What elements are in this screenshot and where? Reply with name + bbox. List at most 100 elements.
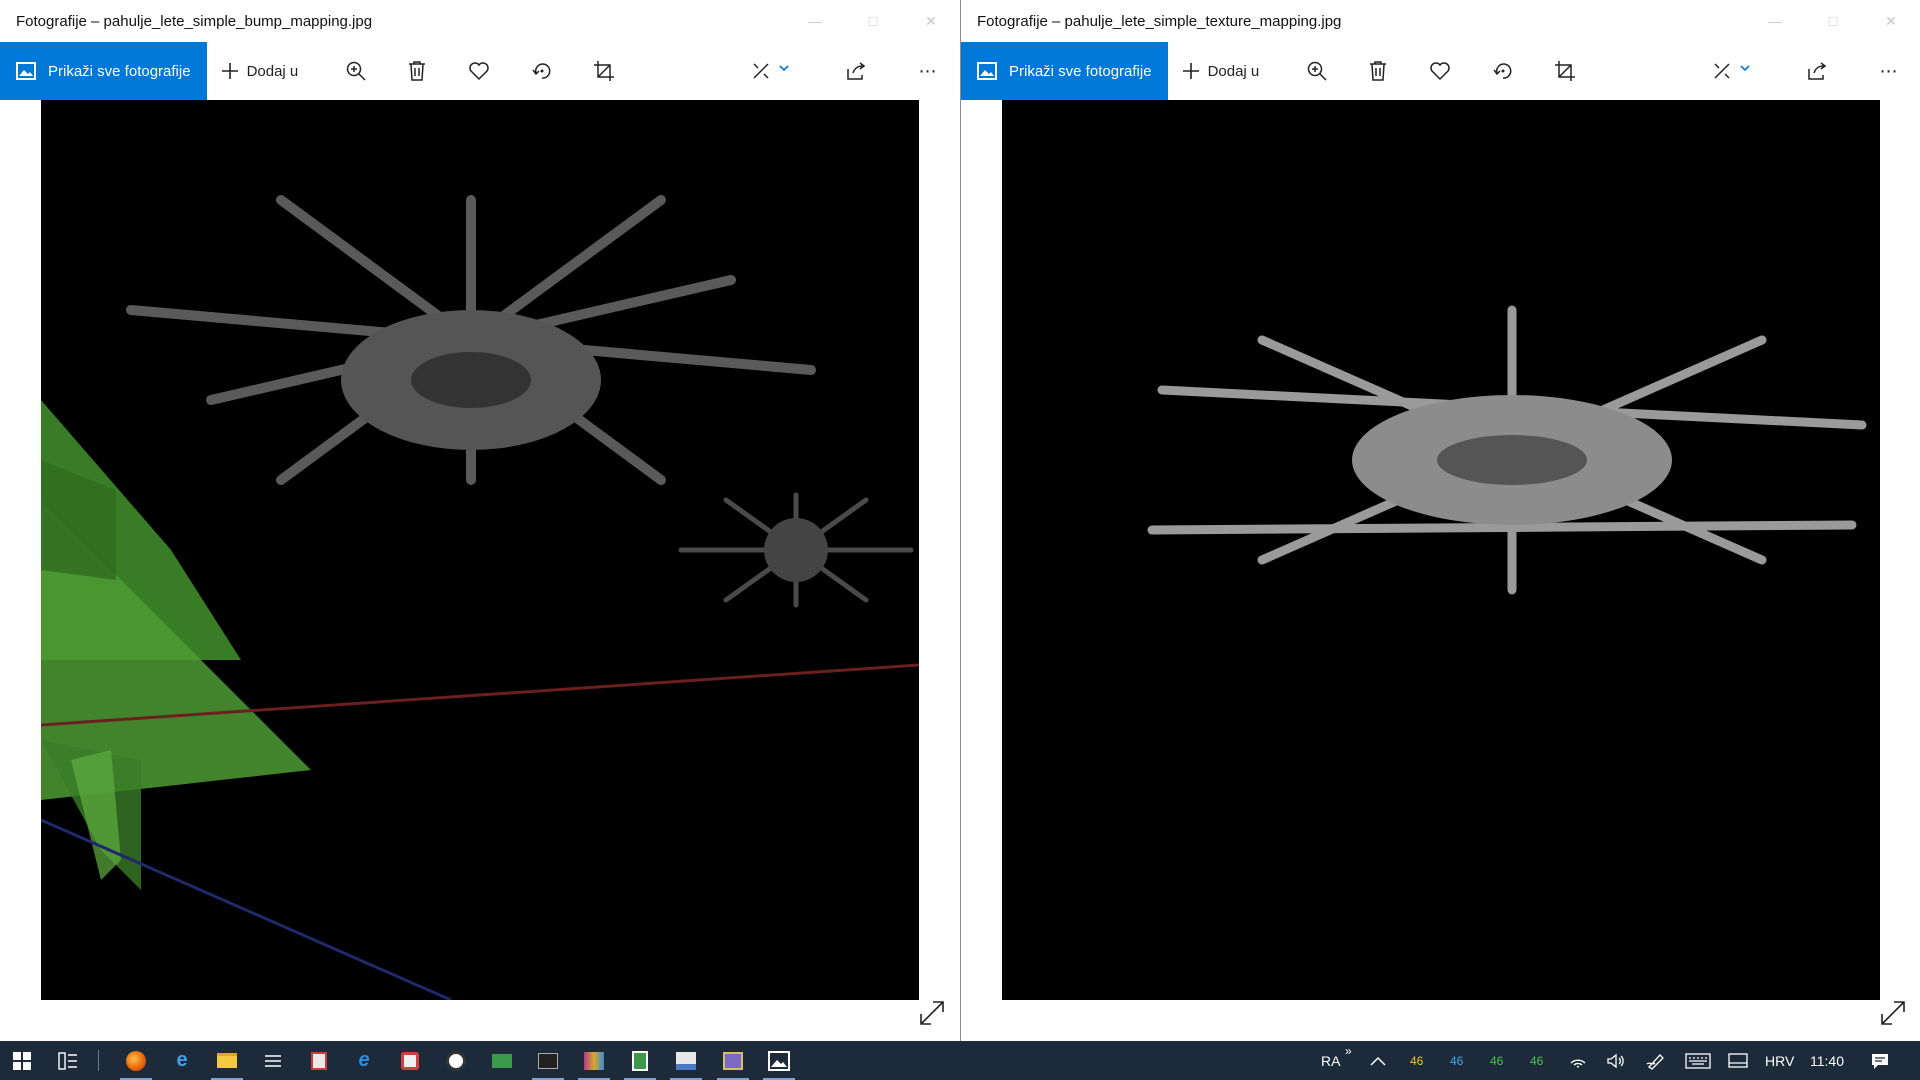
title-bar[interactable]: Fotografije – pahulje_lete_simple_textur…: [961, 0, 1920, 42]
crop-icon: [1555, 61, 1575, 81]
add-to-button[interactable]: Dodaj u: [1182, 62, 1259, 80]
plus-icon: [221, 63, 238, 79]
task-view-icon: [58, 1051, 77, 1070]
fullscreen-button[interactable]: [1879, 999, 1907, 1027]
keyboard-icon: [1685, 1052, 1711, 1069]
app-icon: [632, 1050, 648, 1071]
show-hidden-icons-button[interactable]: [1360, 1041, 1396, 1080]
volume-button[interactable]: [1598, 1041, 1634, 1080]
touch-keyboard-button[interactable]: [1678, 1041, 1718, 1080]
volume-icon: [1607, 1053, 1624, 1068]
internet-explorer-icon: e: [358, 1049, 370, 1071]
taskbar-app-terminal[interactable]: [528, 1041, 568, 1080]
taskbar-app-7[interactable]: [666, 1041, 706, 1080]
taskbar-app-photos[interactable]: [759, 1041, 799, 1080]
tray-expand-icon[interactable]: »: [1345, 1031, 1352, 1070]
share-button[interactable]: [1797, 42, 1837, 100]
maximize-button[interactable]: □: [844, 0, 902, 42]
rotate-button[interactable]: [1483, 42, 1523, 100]
taskbar-app-6[interactable]: [620, 1041, 660, 1080]
pen-icon: [1646, 1053, 1664, 1070]
temp-indicator-4[interactable]: 46: [1530, 1041, 1543, 1080]
taskbar-app-3[interactable]: [436, 1041, 476, 1080]
app-icon: [311, 1051, 327, 1070]
delete-button[interactable]: [397, 42, 437, 100]
file-explorer-icon: [217, 1053, 237, 1068]
photo-texture-mapping[interactable]: [1002, 100, 1880, 1000]
show-all-photos-label: Prikaži sve fotografije: [1009, 62, 1152, 80]
crop-button[interactable]: [584, 42, 624, 100]
favorite-icon: [1430, 62, 1450, 81]
network-button[interactable]: [1560, 1041, 1596, 1080]
start-button[interactable]: [0, 1041, 44, 1080]
temp-indicator-2[interactable]: 46: [1450, 1041, 1463, 1080]
display-button[interactable]: [1720, 1041, 1756, 1080]
add-to-button[interactable]: Dodaj u: [221, 62, 298, 80]
taskbar-app-explorer[interactable]: [207, 1041, 247, 1080]
rotate-icon: [532, 63, 551, 79]
display-icon: [1728, 1052, 1748, 1068]
minimize-button[interactable]: —: [786, 0, 844, 42]
taskbar-app-firefox[interactable]: [116, 1041, 156, 1080]
edge-icon: e: [176, 1049, 188, 1071]
task-view-button[interactable]: [46, 1041, 90, 1080]
taskbar-app-2[interactable]: [390, 1041, 430, 1080]
edit-create-button[interactable]: [742, 42, 802, 100]
edit-create-button[interactable]: [1703, 42, 1763, 100]
delete-button[interactable]: [1358, 42, 1398, 100]
wifi-icon: [1570, 1058, 1586, 1068]
show-all-photos-label: Prikaži sve fotografije: [48, 62, 191, 80]
favorite-button[interactable]: [459, 42, 499, 100]
tray-label[interactable]: RA: [1321, 1041, 1340, 1080]
share-icon: [1808, 62, 1827, 80]
crop-button[interactable]: [1545, 42, 1585, 100]
close-button[interactable]: ✕: [1862, 0, 1920, 42]
action-center-button[interactable]: [1862, 1041, 1898, 1080]
pen-workspace-button[interactable]: [1638, 1041, 1674, 1080]
expand-icon: [920, 1001, 944, 1025]
zoom-button[interactable]: [1297, 42, 1337, 100]
photo-stage: [0, 100, 960, 1041]
more-icon: ⋯: [918, 60, 938, 81]
more-button[interactable]: ⋯: [908, 42, 948, 100]
taskbar-app-8[interactable]: [713, 1041, 753, 1080]
edit-icon: [753, 63, 789, 79]
favorite-button[interactable]: [1420, 42, 1460, 100]
more-button[interactable]: ⋯: [1869, 42, 1909, 100]
rotate-button[interactable]: [522, 42, 562, 100]
app-icon: [676, 1051, 696, 1070]
photos-icon: [16, 62, 36, 80]
maximize-icon: □: [1828, 13, 1838, 29]
close-button[interactable]: ✕: [902, 0, 960, 42]
clock[interactable]: 11:40: [1810, 1041, 1844, 1080]
photo-bump-mapping[interactable]: [41, 100, 919, 1000]
share-button[interactable]: [836, 42, 876, 100]
crop-icon: [594, 61, 614, 81]
fullscreen-button[interactable]: [918, 999, 946, 1027]
minimize-button[interactable]: —: [1746, 0, 1804, 42]
taskbar-app-5[interactable]: [574, 1041, 614, 1080]
toolbar: Prikaži sve fotografije Dodaj u ⋯: [0, 42, 960, 100]
maximize-button[interactable]: □: [1804, 0, 1862, 42]
taskbar-app-1[interactable]: [299, 1041, 339, 1080]
taskbar-app-edge[interactable]: e: [162, 1041, 202, 1080]
title-bar[interactable]: Fotografije – pahulje_lete_simple_bump_m…: [0, 0, 960, 42]
photos-window-right: Fotografije – pahulje_lete_simple_textur…: [960, 0, 1920, 1041]
share-icon: [847, 62, 866, 80]
close-icon: ✕: [1885, 12, 1897, 29]
more-icon: ⋯: [1879, 60, 1899, 81]
show-all-photos-button[interactable]: Prikaži sve fotografije: [961, 42, 1168, 100]
taskbar: e e RA » 46 46 46 46 HRV 11:40: [0, 1041, 1920, 1080]
taskbar-app-ie[interactable]: e: [344, 1041, 384, 1080]
close-icon: ✕: [925, 12, 937, 29]
temp-indicator-3[interactable]: 46: [1490, 1041, 1503, 1080]
input-language[interactable]: HRV: [1765, 1041, 1794, 1080]
zoom-button[interactable]: [336, 42, 376, 100]
taskbar-app-4[interactable]: [482, 1041, 522, 1080]
settings-icon: [265, 1054, 281, 1067]
rotate-icon: [1493, 63, 1512, 79]
temp-indicator-1[interactable]: 46: [1410, 1041, 1423, 1080]
show-all-photos-button[interactable]: Prikaži sve fotografije: [0, 42, 207, 100]
edit-icon: [1714, 63, 1750, 79]
taskbar-app-settings[interactable]: [253, 1041, 293, 1080]
